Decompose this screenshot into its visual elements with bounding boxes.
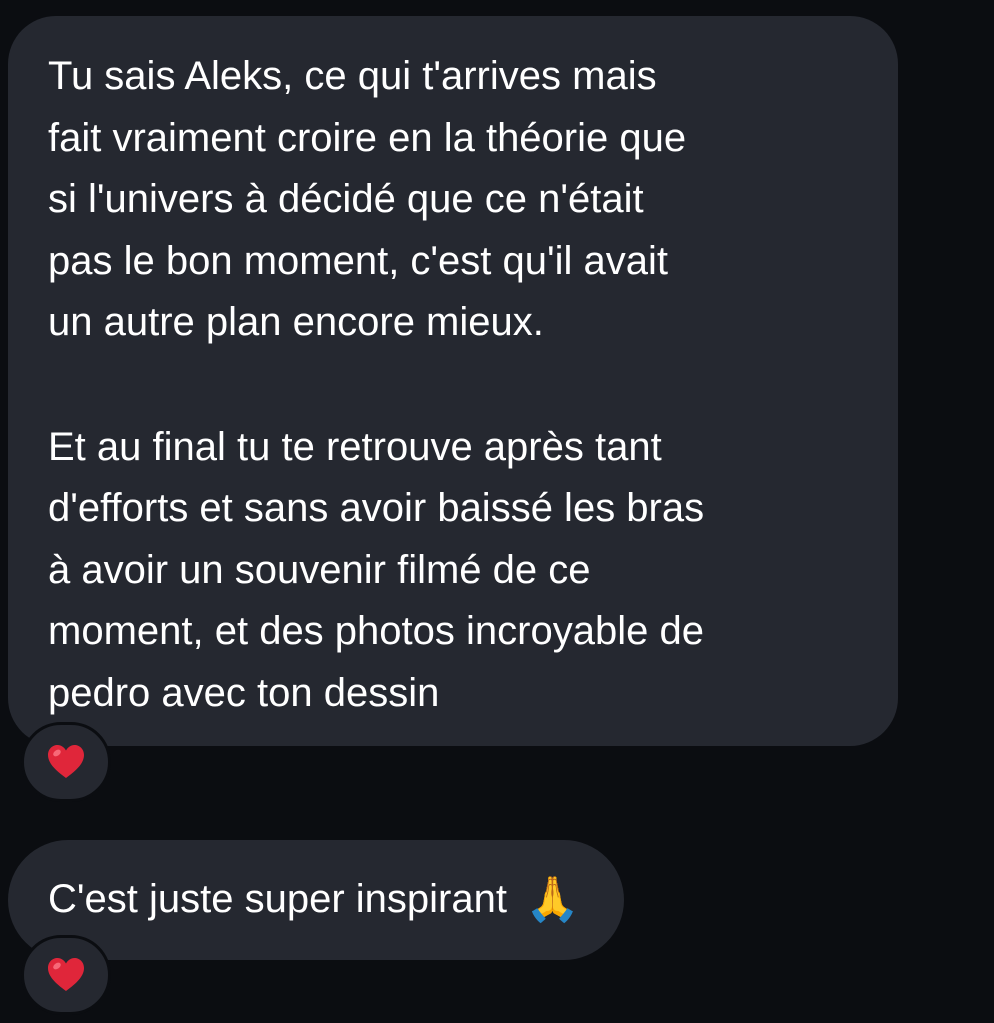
message-line: d'efforts et sans avoir baissé les bras — [48, 486, 705, 530]
message-line: fait vraiment croire en la théorie que — [48, 115, 687, 160]
heart-reaction[interactable] — [21, 722, 111, 802]
message-line: Et au final tu te retrouve après tant — [48, 424, 662, 469]
message-line: moment, et des photos incroyable de — [48, 609, 704, 653]
paragraph-break — [48, 354, 858, 417]
red-heart-icon — [48, 958, 84, 991]
message-bubble[interactable]: C'est juste super inspirant 🙏 — [8, 840, 624, 960]
message-thread: Tu sais Aleks, ce qui t'arrives mais fai… — [0, 0, 994, 1023]
message-line: si l'univers à décidé que ce n'était — [48, 177, 644, 221]
message-text: C'est juste super inspirant — [48, 877, 507, 922]
red-heart-icon — [48, 745, 84, 778]
message-bubble[interactable]: Tu sais Aleks, ce qui t'arrives mais fai… — [8, 16, 898, 746]
message-line: Tu sais Aleks, ce qui t'arrives mais — [48, 54, 657, 98]
heart-reaction[interactable] — [21, 935, 111, 1015]
folded-hands-icon: 🙏 — [524, 874, 580, 926]
message-line: pas le bon moment, c'est qu'il avait — [48, 238, 669, 283]
message-line: à avoir un souvenir filmé de ce — [48, 547, 591, 592]
message-line: pedro avec ton dessin — [48, 670, 440, 715]
message-line: un autre plan encore mieux. — [48, 300, 544, 344]
